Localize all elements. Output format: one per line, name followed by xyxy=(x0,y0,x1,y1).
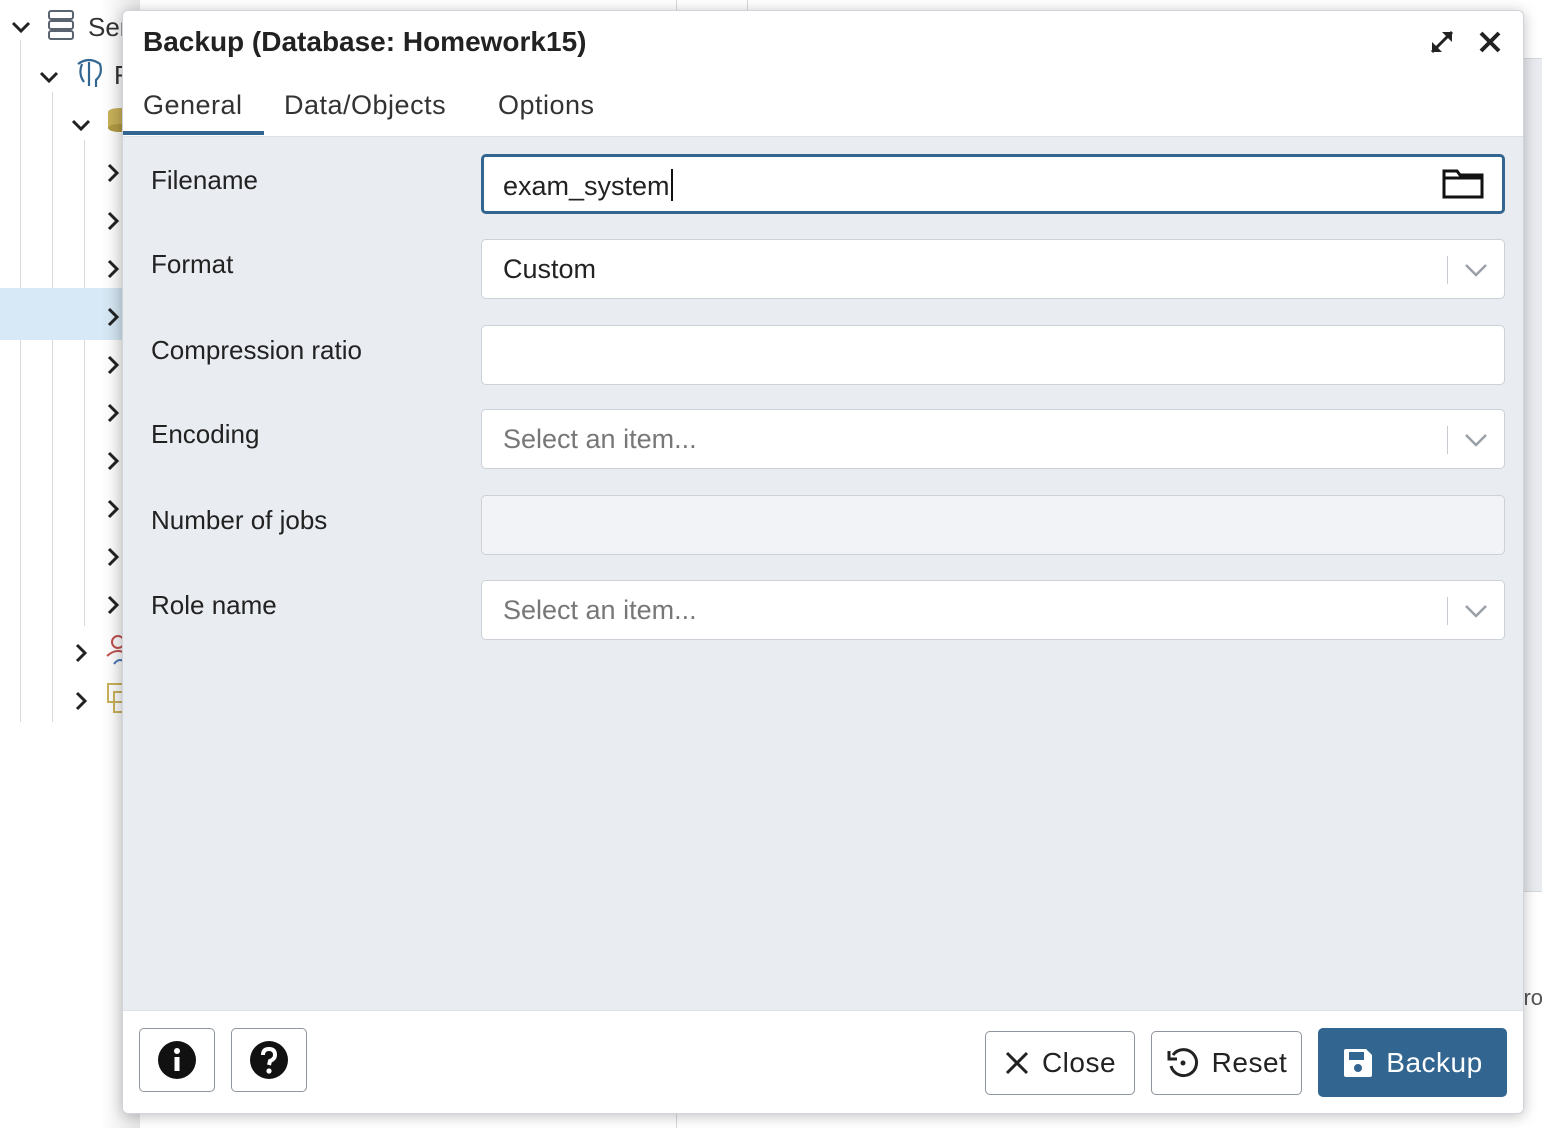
filename-field[interactable]: exam_system xyxy=(481,154,1505,214)
reset-button[interactable]: Reset xyxy=(1151,1031,1302,1095)
dialog-footer: Close Reset Backup xyxy=(123,1010,1523,1113)
role-label: Role name xyxy=(151,590,277,620)
info-icon xyxy=(158,1041,196,1079)
chevron-down-icon[interactable] xyxy=(10,16,32,38)
chevron-right-icon[interactable] xyxy=(70,690,92,712)
text-caret xyxy=(670,169,673,201)
folder-icon[interactable] xyxy=(1442,167,1484,199)
backup-dialog: Backup (Database: Homework15) General Da… xyxy=(122,10,1524,1114)
tree-guide-line xyxy=(84,140,85,626)
role-name-select[interactable]: Select an item... xyxy=(481,580,1505,640)
close-button[interactable]: Close xyxy=(985,1031,1135,1095)
encoding-select[interactable]: Select an item... xyxy=(481,409,1505,469)
number-of-jobs-input[interactable] xyxy=(481,495,1505,555)
tree-guide-line xyxy=(20,40,21,722)
save-icon xyxy=(1344,1048,1373,1077)
tab-data-objects[interactable]: Data/Objects xyxy=(284,90,446,121)
chevron-down-icon[interactable] xyxy=(1462,600,1490,622)
help-button[interactable] xyxy=(231,1028,307,1092)
encoding-label: Encoding xyxy=(151,419,260,449)
close-icon[interactable] xyxy=(1475,27,1505,57)
tree-guide-line xyxy=(52,92,53,722)
jobs-label: Number of jobs xyxy=(151,505,328,535)
info-button[interactable] xyxy=(139,1028,215,1092)
filename-label: Filename xyxy=(151,165,258,195)
help-icon xyxy=(250,1041,288,1079)
close-icon xyxy=(1005,1051,1029,1075)
compression-label: Compression ratio xyxy=(151,335,362,365)
filename-value-wrap: exam_system xyxy=(503,169,673,202)
tab-general[interactable]: General xyxy=(143,90,243,121)
dialog-titlebar[interactable]: Backup (Database: Homework15) xyxy=(123,11,1523,75)
dialog-title: Backup (Database: Homework15) xyxy=(143,26,587,57)
select-separator xyxy=(1447,597,1448,625)
chevron-down-icon[interactable] xyxy=(70,114,92,136)
compression-ratio-input[interactable] xyxy=(481,325,1505,385)
server-icon xyxy=(47,9,75,41)
close-button-label: Close xyxy=(1041,1047,1117,1078)
role-placeholder: Select an item... xyxy=(503,595,697,625)
select-separator xyxy=(1447,426,1448,454)
backup-button-label: Backup xyxy=(1386,1046,1483,1078)
maximize-icon[interactable] xyxy=(1427,27,1457,57)
panel-text-fragment: ro xyxy=(1523,985,1542,1010)
filename-value: exam_system xyxy=(503,171,670,201)
select-separator xyxy=(1447,256,1448,284)
tab-options[interactable]: Options xyxy=(498,90,595,121)
chevron-down-icon[interactable] xyxy=(38,66,60,88)
chevron-down-icon[interactable] xyxy=(1462,259,1490,281)
dialog-tabs: General Data/Objects Options xyxy=(123,74,1523,137)
active-tab-indicator xyxy=(123,131,264,135)
format-value: Custom xyxy=(503,254,597,284)
chevron-down-icon[interactable] xyxy=(1462,429,1490,451)
format-select[interactable]: Custom xyxy=(481,239,1505,299)
chevron-right-icon[interactable] xyxy=(70,642,92,664)
reset-button-label: Reset xyxy=(1211,1047,1288,1078)
encoding-placeholder: Select an item... xyxy=(503,424,697,454)
format-label: Format xyxy=(151,249,234,279)
backup-button[interactable]: Backup xyxy=(1318,1028,1507,1097)
panel-scroll-strip xyxy=(1523,58,1542,892)
undo-icon xyxy=(1167,1048,1198,1078)
